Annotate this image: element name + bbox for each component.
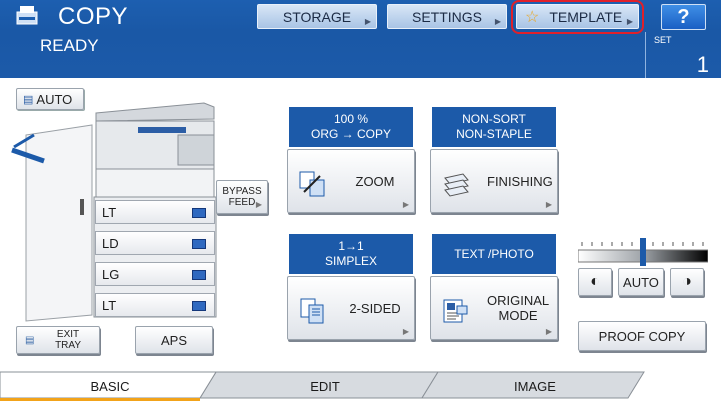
arrow-icon: ▶ [494,17,501,26]
storage-button-label: STORAGE [282,8,352,25]
zoom-status-text: 100 % ORG → COPY [310,112,391,141]
tray-2[interactable]: LD [95,231,215,255]
finishing-label: FINISHING [487,173,553,189]
exit-tray-label: EXIT TRAY [55,329,81,351]
density-lighter-button[interactable]: ◐ [578,268,612,296]
finishing-icon [444,173,469,197]
zoom-icon [299,171,325,197]
duplex-status-text: 1→1 SIMPLEX [324,239,378,268]
original-mode-icon [443,299,468,323]
duplex-status: 1→1 SIMPLEX [289,234,413,274]
original-mode-status: TEXT /PHOTO [432,234,556,274]
tray-4-label: LT [102,297,117,313]
zoom-label: ZOOM [355,173,395,189]
finishing-status: NON-SORT NON-STAPLE [432,107,556,147]
template-highlight-box [511,0,644,34]
tray-1[interactable]: LT [95,200,215,224]
set-label: SET [654,35,672,45]
settings-button-label: SETTINGS [411,8,482,25]
arrow-icon: ▶ [255,200,262,209]
half-circle-light-icon: ◐ [590,273,600,290]
density-marker [640,238,646,266]
paper-level-icon [192,208,206,218]
original-mode-status-text: TEXT /PHOTO [454,246,534,261]
finishing-button[interactable]: FINISHING ▶ [430,149,558,213]
paper-level-icon [192,239,206,249]
set-value: 1 [696,52,709,77]
proof-copy-button[interactable]: PROOF COPY [578,321,706,351]
aps-button[interactable]: APS [135,326,213,354]
duplex-icon [300,298,324,324]
tray-3[interactable]: LG [95,262,215,286]
two-sided-label: 2-SIDED [349,300,401,316]
status-text: READY [40,36,99,55]
header-bar: COPY READY STORAGE ▶ SETTINGS ▶ ☆ TEMPLA… [0,0,721,78]
tray-1-label: LT [102,204,117,220]
arrow-icon: ▶ [364,17,371,26]
arrow-icon: ▶ [545,200,552,209]
bypass-feed-button[interactable]: BYPASS FEED ▶ [216,180,268,214]
tab-edit[interactable]: EDIT [250,370,400,402]
help-button[interactable]: ? [661,4,706,30]
storage-button[interactable]: STORAGE ▶ [257,4,377,29]
app-title: COPY [58,3,129,30]
two-sided-button[interactable]: 2-SIDED ▶ [287,276,415,340]
density-darker-button[interactable]: ◑ [670,268,704,296]
copier-icon [16,6,38,25]
original-mode-label: ORIGINAL MODE [487,293,550,323]
exit-tray-button[interactable]: ▤ EXIT TRAY [16,326,100,354]
paper-level-icon [192,270,206,280]
arrow-icon: ▶ [402,327,409,336]
set-counter: SET 1 [645,32,721,78]
tab-image[interactable]: IMAGE [460,370,610,402]
arrow-icon: ▶ [545,327,552,336]
exit-tray-icon: ▤ [25,335,35,346]
tray-2-label: LD [102,235,119,251]
active-tab-indicator [0,398,200,401]
density-auto-button[interactable]: AUTO [618,268,664,296]
finishing-status-text: NON-SORT NON-STAPLE [456,112,532,141]
density-scale [578,238,708,266]
tray-4[interactable]: LT [95,293,215,317]
original-mode-button[interactable]: ORIGINAL MODE ▶ [430,276,558,340]
half-circle-dark-icon: ◑ [682,273,692,290]
paper-level-icon [192,301,206,311]
tray-3-label: LG [102,266,120,282]
arrow-icon: ▶ [402,200,409,209]
zoom-button[interactable]: ZOOM ▶ [287,149,415,213]
zoom-status: 100 % ORG → COPY [289,107,413,147]
settings-button[interactable]: SETTINGS ▶ [387,4,507,29]
